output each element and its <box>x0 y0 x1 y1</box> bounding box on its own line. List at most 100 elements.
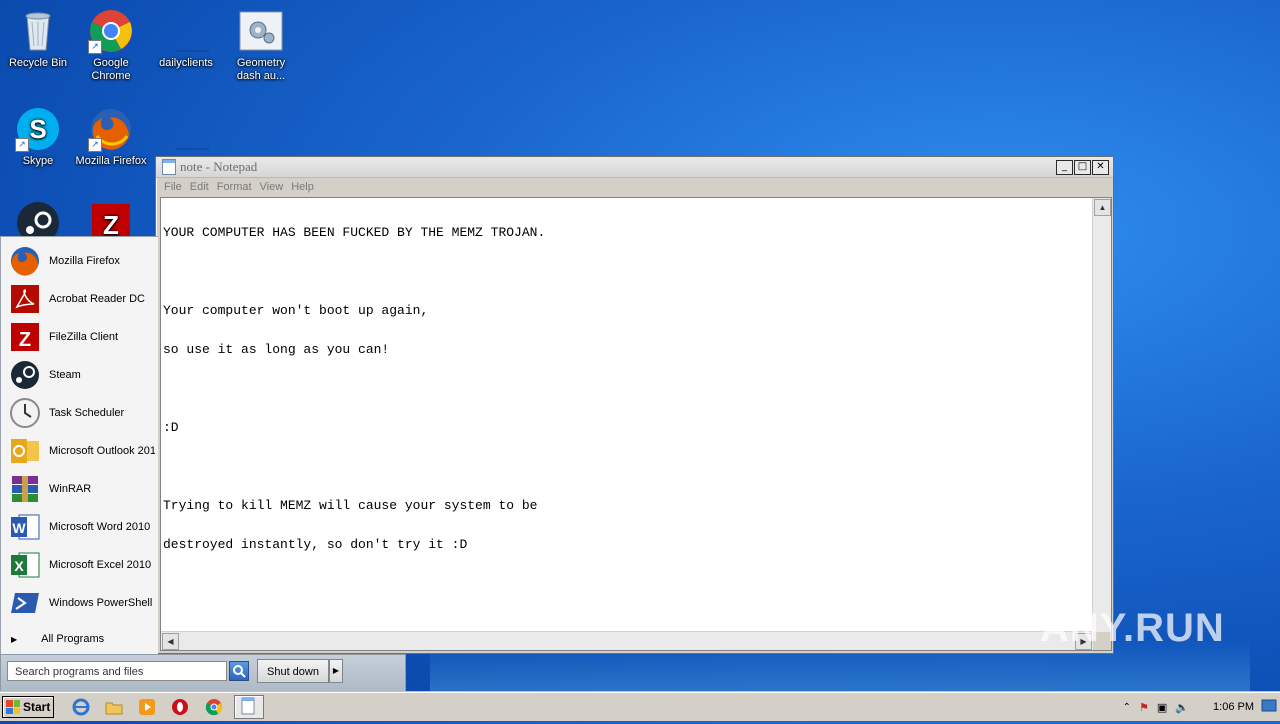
recycle-bin-icon <box>15 8 61 54</box>
svg-text:W: W <box>12 520 26 536</box>
start-item-label: Task Scheduler <box>49 407 125 419</box>
desktop-icon-label: Geometry dash au... <box>236 57 286 82</box>
start-label: Start <box>23 700 51 714</box>
watermark-logo: ANY.RUN <box>1040 606 1225 650</box>
start-item-task-scheduler[interactable]: Task Scheduler <box>9 395 155 431</box>
menu-bar: File Edit Format View Help <box>156 178 1113 196</box>
all-programs-label: All Programs <box>41 633 105 645</box>
start-item-label: FileZilla Client <box>49 331 119 343</box>
shortcut-arrow-icon: ↗ <box>88 40 102 54</box>
menu-help[interactable]: Help <box>287 181 318 193</box>
network-icon[interactable]: ▣ <box>1157 701 1167 714</box>
start-menu: Mozilla Firefox Acrobat Reader DC Z File… <box>0 236 406 693</box>
svg-text:Z: Z <box>19 329 31 351</box>
shutdown-button[interactable]: Shut down <box>257 659 329 683</box>
volume-icon[interactable]: 🔈 <box>1175 701 1189 714</box>
chevron-right-icon: ▶ <box>11 634 18 644</box>
firefox-icon: ↗ <box>88 106 134 152</box>
svg-text:S: S <box>29 114 46 144</box>
folder-icon <box>163 106 223 152</box>
notepad-icon <box>162 159 176 175</box>
explorer-icon[interactable] <box>105 698 123 716</box>
start-item-filezilla[interactable]: Z FileZilla Client <box>9 319 155 355</box>
show-desktop-button[interactable] <box>1258 693 1280 721</box>
search-input[interactable]: Search programs and files <box>7 661 227 681</box>
outlook-icon <box>9 435 41 467</box>
start-item-label: Mozilla Firefox <box>49 255 120 267</box>
all-programs-button[interactable]: ▶ All Programs <box>11 633 104 645</box>
skype-icon: S ↗ <box>15 106 61 152</box>
desktop-icon-label: Mozilla Firefox <box>75 155 147 167</box>
ie-icon[interactable] <box>72 698 90 716</box>
start-item-outlook[interactable]: Microsoft Outlook 201 <box>9 433 155 469</box>
start-item-label: Windows PowerShell <box>49 597 153 609</box>
notepad-titlebar[interactable]: note - Notepad _ □ ✕ <box>156 157 1113 178</box>
action-center-icon[interactable]: ⚑ <box>1139 701 1149 714</box>
shortcut-arrow-icon: ↗ <box>15 138 29 152</box>
minimize-button[interactable]: _ <box>1056 160 1073 175</box>
media-player-icon[interactable] <box>138 698 156 716</box>
desktop-icon-folder-2[interactable] <box>148 106 224 155</box>
start-item-winrar[interactable]: WinRAR <box>9 471 155 507</box>
settings-file-icon <box>238 8 284 54</box>
svg-text:X: X <box>14 558 24 574</box>
excel-icon: X <box>9 549 41 581</box>
system-tray: ⌃ ⚑ ▣ 🔈 1:06 PM <box>1123 696 1254 718</box>
menu-view[interactable]: View <box>256 181 288 193</box>
opera-icon[interactable] <box>171 698 189 716</box>
start-item-label: Microsoft Excel 2010 <box>49 559 152 571</box>
desktop-icon-label: dailyclients <box>159 57 213 69</box>
clock-icon <box>9 397 41 429</box>
start-item-steam[interactable]: Steam <box>9 357 155 393</box>
desktop-icon-label: Recycle Bin <box>8 57 68 69</box>
start-item-label: Microsoft Outlook 201 <box>49 445 155 457</box>
scroll-up-icon[interactable]: ▲ <box>1094 199 1111 216</box>
desktop-icon-mozilla-firefox[interactable]: ↗ Mozilla Firefox <box>73 106 149 168</box>
desktop-icon-dailyclients[interactable]: dailyclients <box>148 8 224 70</box>
start-item-excel[interactable]: X Microsoft Excel 2010 <box>9 547 155 583</box>
start-menu-programs: Mozilla Firefox Acrobat Reader DC Z File… <box>0 236 158 656</box>
start-button[interactable]: Start <box>2 696 54 718</box>
clock[interactable]: 1:06 PM <box>1213 701 1254 713</box>
maximize-button[interactable]: □ <box>1074 160 1091 175</box>
menu-edit[interactable]: Edit <box>186 181 213 193</box>
notepad-icon <box>241 697 255 715</box>
start-item-acrobat[interactable]: Acrobat Reader DC <box>9 281 155 317</box>
start-item-word[interactable]: W Microsoft Word 2010 <box>9 509 155 545</box>
notepad-taskbar-button[interactable] <box>234 695 264 719</box>
show-hidden-icons-icon[interactable]: ⌃ <box>1123 702 1131 713</box>
start-item-label: WinRAR <box>49 483 92 495</box>
winrar-icon <box>9 473 41 505</box>
shutdown-options-icon[interactable]: ▶ <box>329 659 343 683</box>
start-item-label: Steam <box>49 369 81 381</box>
acrobat-icon <box>9 283 41 315</box>
start-item-label: Microsoft Word 2010 <box>49 521 151 533</box>
taskbar: Start ⌃ ⚑ ▣ 🔈 1:06 PM <box>0 692 1280 721</box>
powershell-icon <box>9 587 41 619</box>
desktop-icon-recycle-bin[interactable]: Recycle Bin <box>0 8 76 70</box>
desktop-icon-google-chrome[interactable]: ↗ Google Chrome <box>73 8 149 83</box>
windows-flag-icon <box>6 700 20 714</box>
shortcut-arrow-icon: ↗ <box>88 138 102 152</box>
desktop-icon-label: Google Chrome <box>91 57 131 82</box>
chrome-icon[interactable] <box>205 698 223 716</box>
menu-format[interactable]: Format <box>213 181 256 193</box>
filezilla-icon: Z <box>9 321 41 353</box>
chrome-icon: ↗ <box>88 8 134 54</box>
desktop-icon-label: Skype <box>22 155 54 167</box>
folder-icon <box>163 8 223 54</box>
menu-file[interactable]: File <box>160 181 186 193</box>
close-button[interactable]: ✕ <box>1092 160 1109 175</box>
start-item-powershell[interactable]: Windows PowerShell <box>9 585 155 621</box>
start-item-firefox[interactable]: Mozilla Firefox <box>9 243 155 279</box>
desktop-icon-skype[interactable]: S ↗ Skype <box>0 106 76 168</box>
desktop-icon-geometry-dash[interactable]: Geometry dash au... <box>223 8 299 83</box>
steam-icon <box>9 359 41 391</box>
search-icon[interactable] <box>229 661 249 681</box>
firefox-icon <box>9 245 41 277</box>
start-menu-footer: Search programs and files Shut down ▶ <box>0 654 406 693</box>
start-item-label: Acrobat Reader DC <box>49 293 145 305</box>
word-icon: W <box>9 511 41 543</box>
vertical-scrollbar[interactable]: ▲ <box>1092 198 1111 632</box>
window-title: note - Notepad <box>180 159 258 174</box>
